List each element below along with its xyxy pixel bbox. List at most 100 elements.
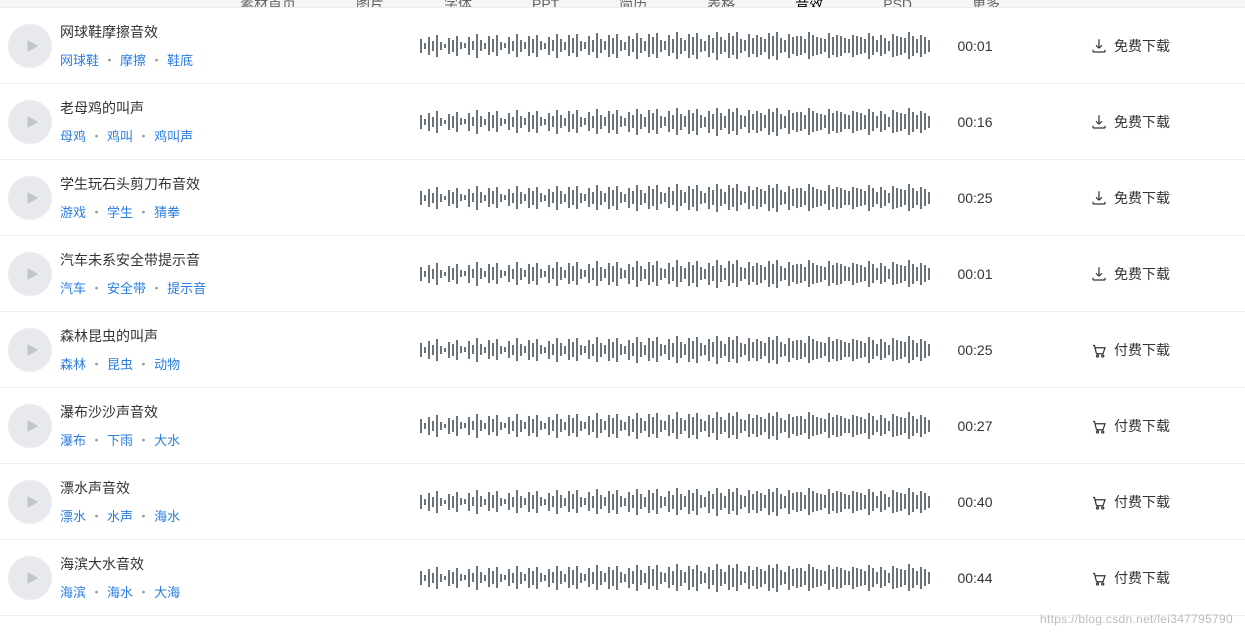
audio-tags: 游戏・学生・猜拳 xyxy=(60,202,400,221)
nav-item[interactable]: 更多 xyxy=(972,0,1000,8)
waveform-col xyxy=(420,563,900,593)
tag-link[interactable]: 母鸡 xyxy=(60,129,86,144)
duration: 00:40 xyxy=(900,494,1050,510)
cart-icon xyxy=(1090,569,1108,587)
tag-link[interactable]: 下雨 xyxy=(107,433,133,448)
audio-row: 瀑布沙沙声音效瀑布・下雨・大水00:27付费下载 xyxy=(0,388,1245,464)
play-button[interactable] xyxy=(8,404,52,448)
tag-link[interactable]: 鸡叫 xyxy=(107,129,133,144)
nav-item[interactable]: PPT xyxy=(532,0,559,8)
play-button[interactable] xyxy=(8,556,52,600)
play-button[interactable] xyxy=(8,328,52,372)
tag-link[interactable]: 学生 xyxy=(107,205,133,220)
paid-download-button[interactable]: 付费下载 xyxy=(1050,416,1210,436)
tag-link[interactable]: 大海 xyxy=(154,585,180,600)
tag-link[interactable]: 汽车 xyxy=(60,281,86,296)
download-label: 免费下载 xyxy=(1114,264,1170,284)
info-col: 漂水声音效漂水・水声・海水 xyxy=(60,478,420,525)
tag-link[interactable]: 动物 xyxy=(154,357,180,372)
info-col: 学生玩石头剪刀布音效游戏・学生・猜拳 xyxy=(60,174,420,221)
play-button[interactable] xyxy=(8,100,52,144)
nav-item[interactable]: 素材首页 xyxy=(240,0,296,8)
nav-item[interactable]: 简历 xyxy=(619,0,647,8)
tag-link[interactable]: 网球鞋 xyxy=(60,53,99,68)
tag-link[interactable]: 瀑布 xyxy=(60,433,86,448)
audio-tags: 森林・昆虫・动物 xyxy=(60,354,400,373)
audio-tags: 网球鞋・摩擦・鞋底 xyxy=(60,50,400,69)
audio-title[interactable]: 瀑布沙沙声音效 xyxy=(60,402,400,422)
tag-link[interactable]: 大水 xyxy=(154,433,180,448)
waveform[interactable] xyxy=(420,107,930,137)
waveform-col xyxy=(420,31,900,61)
audio-row: 汽车未系安全带提示音汽车・安全带・提示音00:01免费下载 xyxy=(0,236,1245,312)
tag-link[interactable]: 鞋底 xyxy=(167,53,193,68)
play-icon xyxy=(23,113,41,131)
free-download-button[interactable]: 免费下载 xyxy=(1050,188,1210,208)
tag-link[interactable]: 安全带 xyxy=(107,281,146,296)
play-icon xyxy=(23,569,41,587)
cart-icon xyxy=(1090,341,1108,359)
tag-link[interactable]: 漂水 xyxy=(60,509,86,524)
play-button[interactable] xyxy=(8,252,52,296)
tag-separator: ・ xyxy=(150,53,163,68)
play-icon xyxy=(23,37,41,55)
waveform[interactable] xyxy=(420,31,930,61)
play-button[interactable] xyxy=(8,480,52,524)
tag-link[interactable]: 森林 xyxy=(60,357,86,372)
duration: 00:16 xyxy=(900,114,1050,130)
tag-link[interactable]: 游戏 xyxy=(60,205,86,220)
duration: 00:44 xyxy=(900,570,1050,586)
tag-link[interactable]: 猜拳 xyxy=(154,205,180,220)
nav-item[interactable]: 音效 xyxy=(795,0,823,8)
nav-item[interactable]: 字体 xyxy=(444,0,472,8)
paid-download-button[interactable]: 付费下载 xyxy=(1050,492,1210,512)
tag-link[interactable]: 水声 xyxy=(107,509,133,524)
tag-link[interactable]: 提示音 xyxy=(167,281,206,296)
nav-item[interactable]: 图片 xyxy=(356,0,384,8)
download-label: 免费下载 xyxy=(1114,36,1170,56)
tag-link[interactable]: 海水 xyxy=(107,585,133,600)
play-button[interactable] xyxy=(8,24,52,68)
audio-tags: 瀑布・下雨・大水 xyxy=(60,430,400,449)
waveform-col xyxy=(420,259,900,289)
free-download-button[interactable]: 免费下载 xyxy=(1050,112,1210,132)
top-nav: 素材首页 图片 字体 PPT 简历 表格 音效 PSD 更多 xyxy=(0,0,1245,8)
play-button[interactable] xyxy=(8,176,52,220)
play-col xyxy=(0,176,60,220)
waveform[interactable] xyxy=(420,487,930,517)
play-col xyxy=(0,556,60,600)
play-icon xyxy=(23,417,41,435)
tag-link[interactable]: 摩擦 xyxy=(120,53,146,68)
play-col xyxy=(0,252,60,296)
tag-separator: ・ xyxy=(137,509,150,524)
audio-title[interactable]: 老母鸡的叫声 xyxy=(60,98,400,118)
audio-title[interactable]: 汽车未系安全带提示音 xyxy=(60,250,400,270)
waveform[interactable] xyxy=(420,563,930,593)
tag-separator: ・ xyxy=(137,129,150,144)
waveform[interactable] xyxy=(420,183,930,213)
tag-link[interactable]: 昆虫 xyxy=(107,357,133,372)
audio-title[interactable]: 漂水声音效 xyxy=(60,478,400,498)
tag-link[interactable]: 海水 xyxy=(154,509,180,524)
tag-link[interactable]: 海滨 xyxy=(60,585,86,600)
audio-title[interactable]: 学生玩石头剪刀布音效 xyxy=(60,174,400,194)
cart-icon xyxy=(1090,493,1108,511)
waveform-col xyxy=(420,411,900,441)
tag-link[interactable]: 鸡叫声 xyxy=(154,129,193,144)
play-col xyxy=(0,328,60,372)
paid-download-button[interactable]: 付费下载 xyxy=(1050,568,1210,588)
waveform[interactable] xyxy=(420,259,930,289)
nav-item[interactable]: PSD xyxy=(883,0,912,8)
free-download-button[interactable]: 免费下载 xyxy=(1050,36,1210,56)
audio-title[interactable]: 海滨大水音效 xyxy=(60,554,400,574)
audio-title[interactable]: 森林昆虫的叫声 xyxy=(60,326,400,346)
info-col: 森林昆虫的叫声森林・昆虫・动物 xyxy=(60,326,420,373)
audio-title[interactable]: 网球鞋摩擦音效 xyxy=(60,22,400,42)
waveform[interactable] xyxy=(420,335,930,365)
download-icon xyxy=(1090,113,1108,131)
nav-item[interactable]: 表格 xyxy=(707,0,735,8)
paid-download-button[interactable]: 付费下载 xyxy=(1050,340,1210,360)
waveform[interactable] xyxy=(420,411,930,441)
free-download-button[interactable]: 免费下载 xyxy=(1050,264,1210,284)
play-icon xyxy=(23,265,41,283)
